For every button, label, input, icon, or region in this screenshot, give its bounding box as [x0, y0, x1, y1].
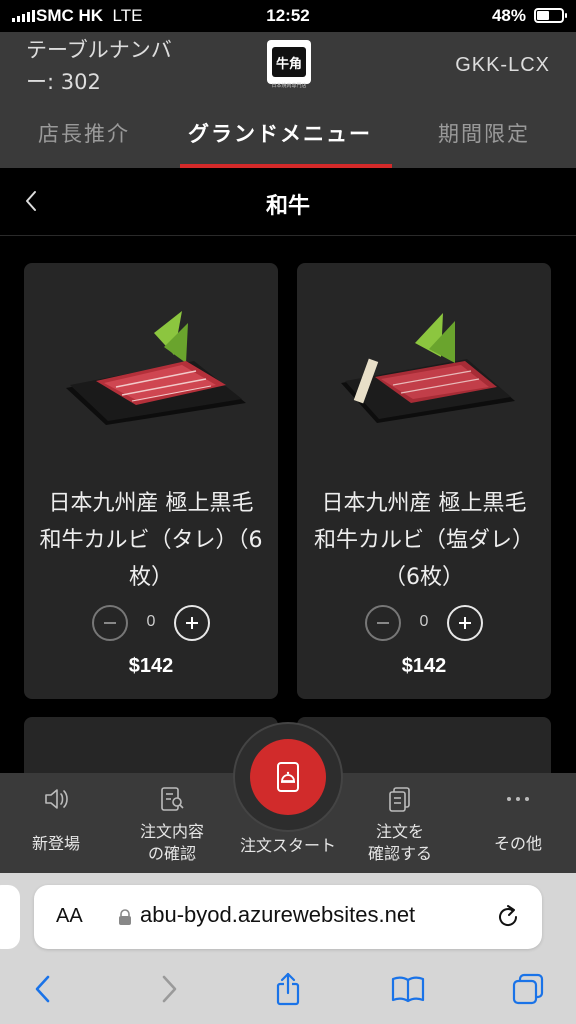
- reload-icon[interactable]: [494, 903, 522, 931]
- browser-back-icon[interactable]: [26, 971, 62, 1007]
- battery-percent: 48%: [491, 6, 526, 25]
- quantity-stepper: 0: [297, 603, 551, 641]
- table-number: テーブルナンバー: 302: [26, 38, 172, 94]
- nav-confirm-order[interactable]: 注文を 確認する: [352, 773, 448, 873]
- quantity-value: 0: [419, 613, 429, 630]
- tab-limited-time[interactable]: 期間限定: [438, 118, 530, 148]
- bookmarks-icon[interactable]: [390, 971, 426, 1007]
- tab-grand-menu[interactable]: グランドメニュー: [188, 118, 372, 148]
- store-code: GKK-LCX: [455, 54, 550, 76]
- tab-manager-recommend[interactable]: 店長推介: [38, 118, 130, 148]
- logo-subtext: 日本焼肉専門店: [271, 83, 307, 89]
- nav-order-details[interactable]: 注文内容 の確認: [124, 773, 220, 873]
- quantity-value: 0: [146, 613, 156, 630]
- start-order-label: 注文スタート: [239, 836, 336, 855]
- increase-quantity-button[interactable]: [447, 605, 483, 641]
- logo-mark: 牛角: [272, 47, 306, 77]
- nav-new-items[interactable]: 新登場: [8, 773, 104, 873]
- order-bell-icon: [277, 762, 299, 792]
- menu-item-name: 日本九州産 極上黒毛和牛カルビ（タレ）（6枚）: [39, 491, 263, 590]
- nav-label: その他: [493, 834, 542, 853]
- plus-icon: [459, 617, 471, 629]
- tabs-icon[interactable]: [510, 971, 546, 1007]
- minus-icon: [104, 622, 116, 624]
- lock-icon: [119, 909, 131, 925]
- nav-label: 注文内容 の確認: [139, 822, 204, 863]
- menu-item-name: 日本九州産 極上黒毛和牛カルビ（塩ダレ）（6枚）: [313, 491, 534, 590]
- menu-item-price: $142: [128, 655, 174, 677]
- browser-forward-icon[interactable]: [150, 971, 186, 1007]
- browser-toolbar: AA abu-byod.azurewebsites.net: [0, 873, 576, 1024]
- menu-item-price: $142: [401, 655, 447, 677]
- category-title: 和牛: [265, 194, 310, 219]
- beef-plate-image: [341, 313, 515, 423]
- brand-logo: 牛角: [267, 40, 311, 84]
- search-document-icon: [161, 787, 184, 811]
- battery-icon: [534, 8, 567, 23]
- nav-label: 新登場: [31, 834, 80, 853]
- nav-more[interactable]: その他: [470, 773, 566, 873]
- url-text: abu-byod.azurewebsites.net: [140, 902, 416, 927]
- increase-quantity-button[interactable]: [174, 605, 210, 641]
- menu-grid: 日本九州産 極上黒毛和牛カルビ（タレ）（6枚） 0 $142 日本九州産 極上黒…: [0, 237, 576, 773]
- plus-icon: [186, 617, 198, 629]
- copy-document-icon: [389, 787, 410, 812]
- reader-aa-button[interactable]: AA: [56, 905, 83, 928]
- previous-tab-preview[interactable]: [0, 885, 20, 949]
- menu-item-card[interactable]: 日本九州産 極上黒毛和牛カルビ（塩ダレ）（6枚） 0 $142: [297, 263, 551, 699]
- app-header: テーブルナンバー: 302 牛角 日本焼肉専門店 GKK-LCX 店長推介 グラ…: [0, 32, 576, 168]
- category-bar: 和牛: [0, 168, 576, 236]
- nav-label: 注文を 確認する: [367, 822, 432, 863]
- quantity-stepper: 0: [24, 603, 278, 641]
- more-dots-icon: [507, 797, 529, 801]
- decrease-quantity-button[interactable]: [92, 605, 128, 641]
- beef-plate-image: [66, 311, 246, 425]
- decrease-quantity-button[interactable]: [365, 605, 401, 641]
- share-icon[interactable]: [270, 971, 306, 1007]
- clock: 12:52: [266, 6, 310, 25]
- speaker-icon: [45, 789, 68, 809]
- minus-icon: [377, 622, 389, 624]
- address-bar[interactable]: AA abu-byod.azurewebsites.net: [34, 885, 542, 949]
- menu-tabs: 店長推介 グランドメニュー 期間限定: [0, 112, 576, 168]
- status-bar: SMC HK LTE 12:52 48%: [0, 0, 576, 32]
- start-order-button[interactable]: [250, 739, 326, 815]
- menu-item-card[interactable]: 日本九州産 極上黒毛和牛カルビ（タレ）（6枚） 0 $142: [24, 263, 278, 699]
